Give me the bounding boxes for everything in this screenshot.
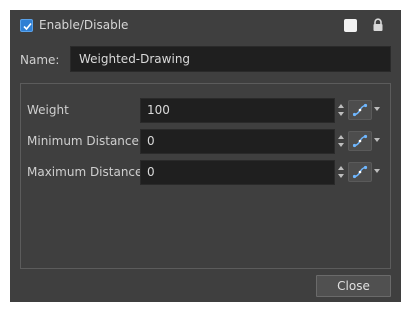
enable-label: Enable/Disable [39,18,129,32]
maximum-distance-label: Maximum Distance [27,165,143,179]
close-button[interactable]: Close [316,275,391,297]
weight-dropdown-arrow[interactable] [374,107,380,111]
weight-spinner[interactable] [337,103,345,117]
enable-checkbox[interactable] [20,19,33,32]
minimum-distance-dropdown-arrow[interactable] [374,138,380,142]
function-curve-icon [352,103,368,117]
param-row-maximum-distance: Maximum Distance 0 [21,159,390,185]
checkmark-icon [23,22,32,31]
function-curve-icon [352,134,368,148]
weight-function-button[interactable] [348,100,372,120]
name-row: Name: Weighted-Drawing [10,44,401,74]
lock-icon[interactable] [372,18,384,32]
minimum-distance-function-button[interactable] [348,131,372,151]
maximum-distance-dropdown-arrow[interactable] [374,169,380,173]
minimum-distance-label: Minimum Distance [27,134,139,148]
weight-field[interactable]: 100 [140,98,335,123]
weight-label: Weight [27,103,69,117]
dialog-header: Enable/Disable [10,10,401,42]
parameters-group: Weight 100 Minimum Distance 0 Maximum Di… [20,83,391,269]
param-row-weight: Weight 100 [21,97,390,123]
minimum-distance-spinner[interactable] [337,134,345,148]
layer-properties-dialog: Enable/Disable Name: Weighted-Drawing We… [10,10,401,302]
param-row-minimum-distance: Minimum Distance 0 [21,128,390,154]
maximum-distance-function-button[interactable] [348,162,372,182]
color-swatch-button[interactable] [344,19,357,32]
maximum-distance-field[interactable]: 0 [140,160,335,185]
function-curve-icon [352,165,368,179]
name-label: Name: [20,53,60,67]
name-field[interactable]: Weighted-Drawing [70,46,391,72]
maximum-distance-spinner[interactable] [337,165,345,179]
minimum-distance-field[interactable]: 0 [140,129,335,154]
